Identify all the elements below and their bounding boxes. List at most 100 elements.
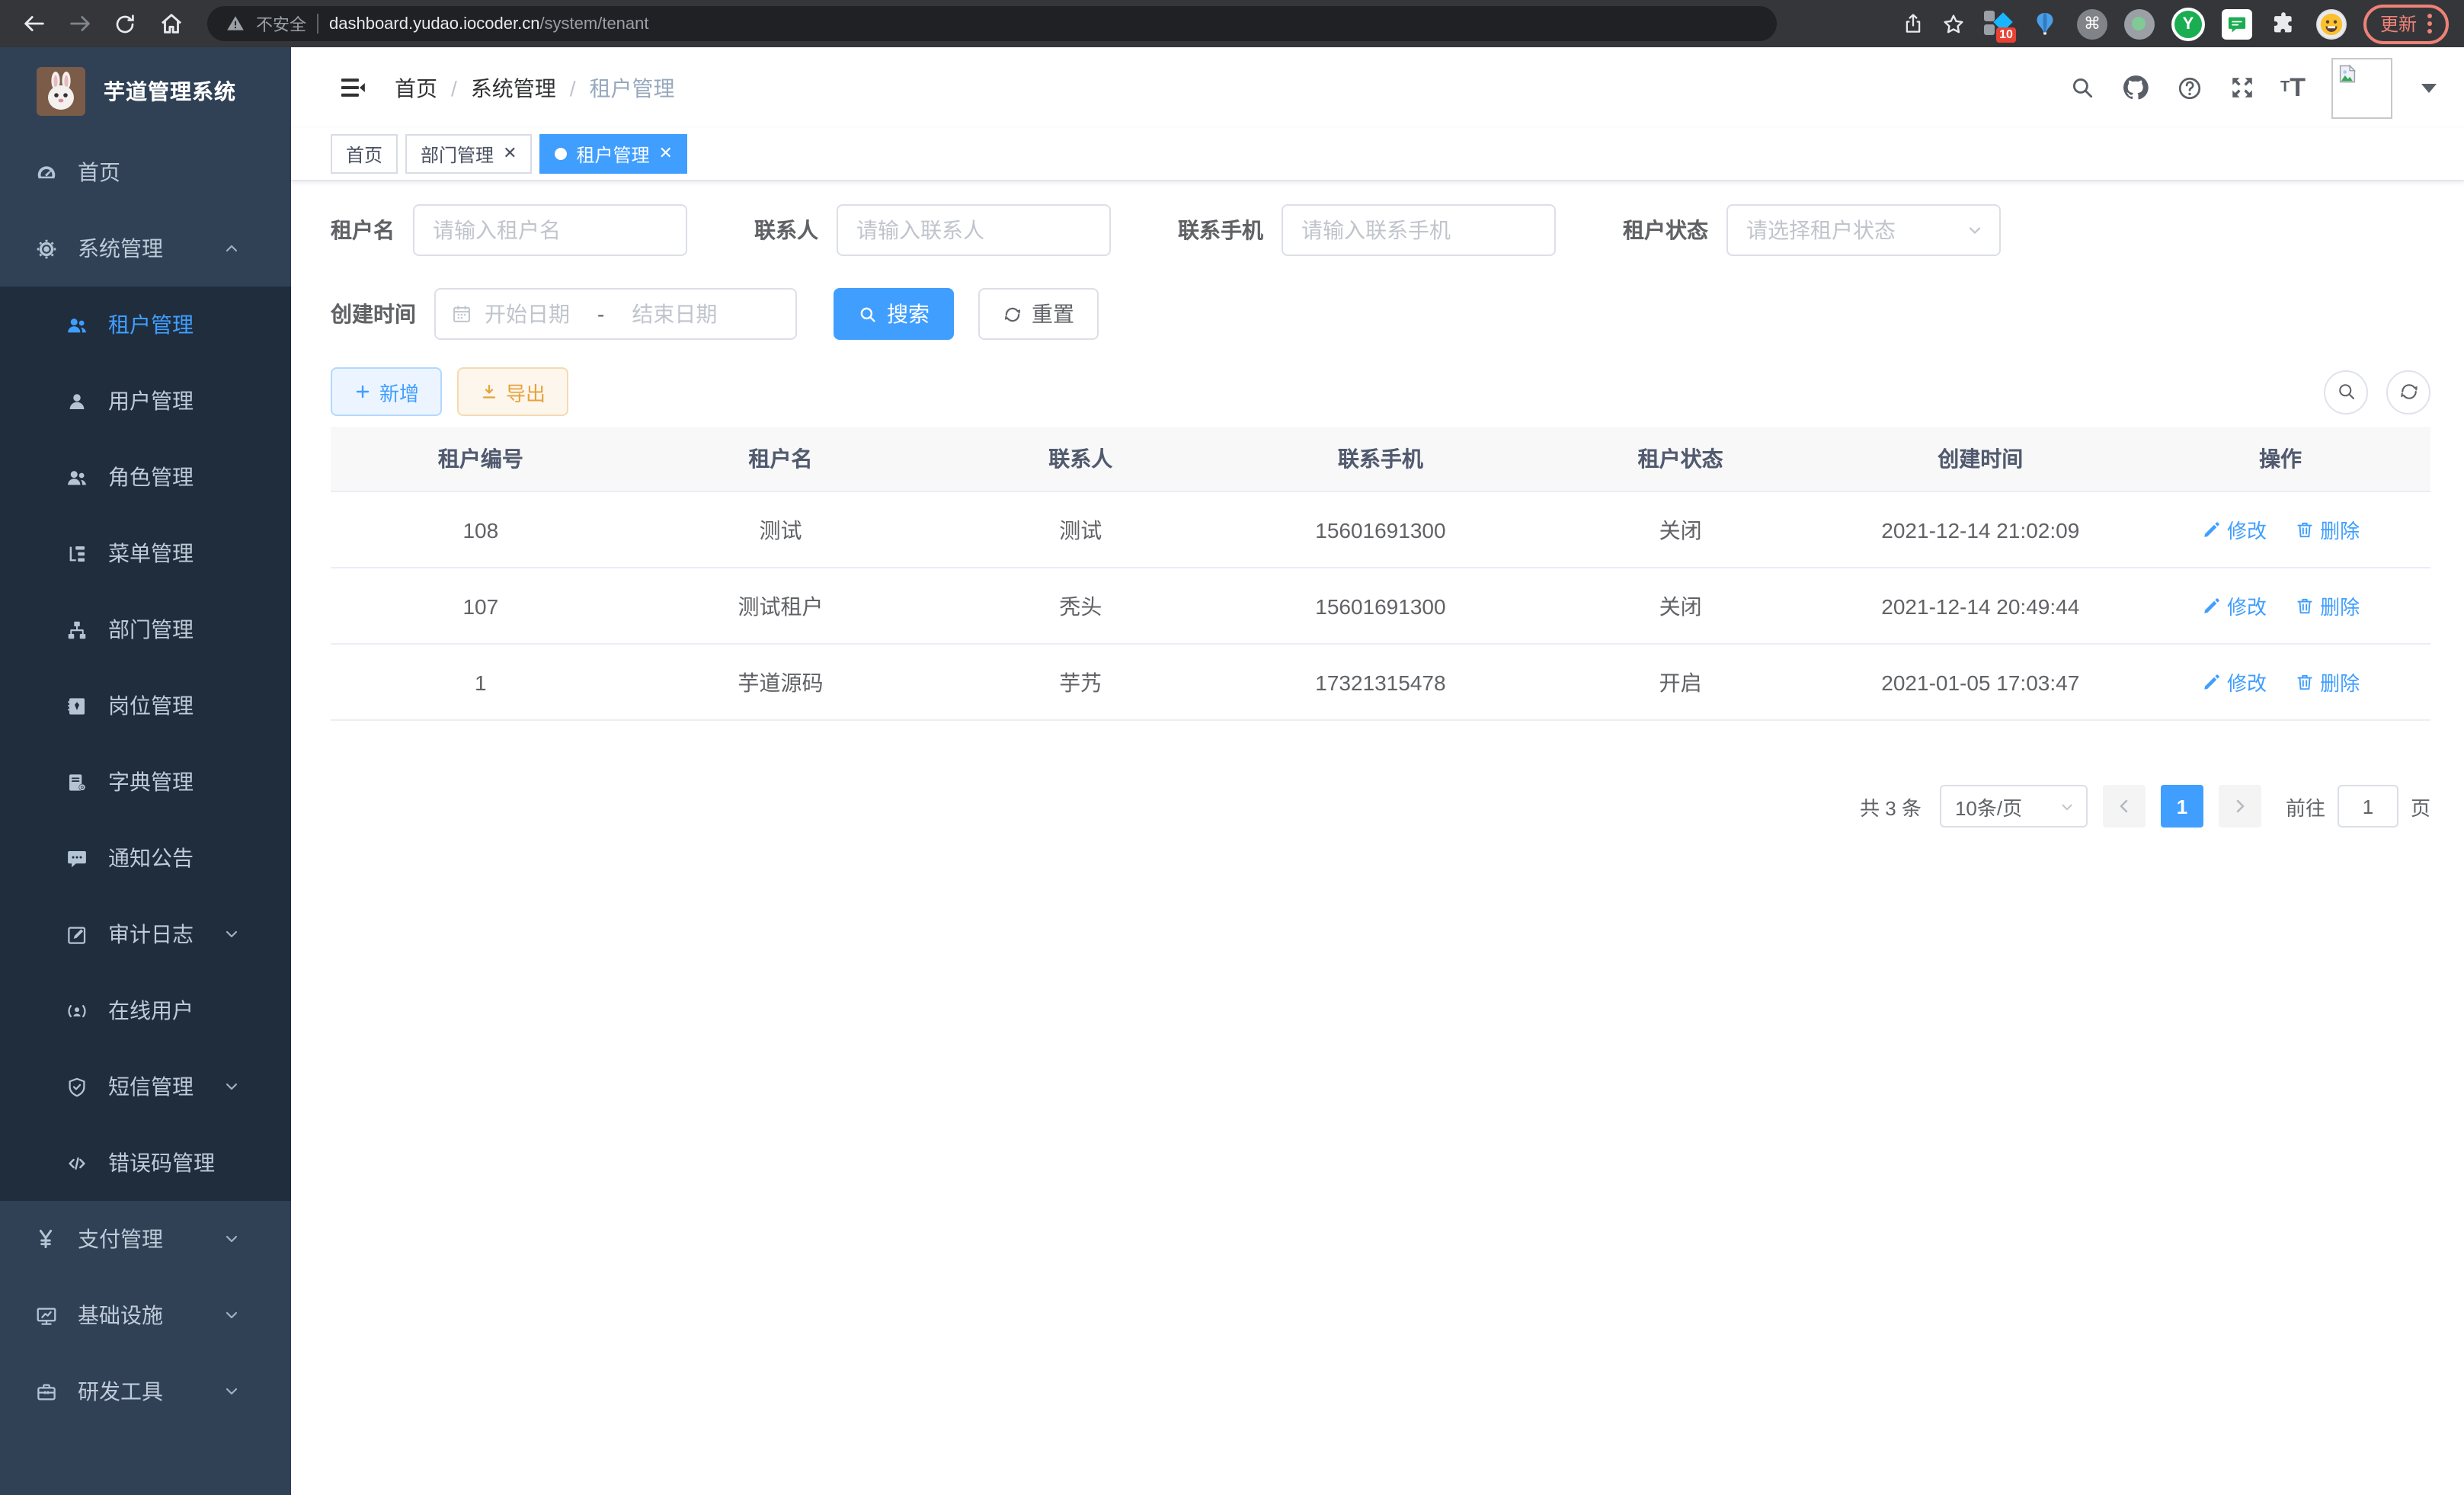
date-separator: - (597, 302, 604, 326)
close-icon[interactable]: ✕ (503, 146, 517, 162)
extension-chat-icon[interactable] (2222, 8, 2252, 39)
extension-command-icon[interactable]: ⌘ (2077, 8, 2107, 39)
cell-id: 107 (331, 568, 631, 644)
navbar: 首页 / 系统管理 / 租户管理 TT (291, 47, 2464, 128)
page-number-1[interactable]: 1 (2161, 785, 2203, 828)
sidebar-item-label: 首页 (78, 157, 120, 187)
sidebar-item-infrastructure[interactable]: 基础设施 (0, 1277, 291, 1353)
share-icon[interactable] (1902, 12, 1925, 35)
close-icon[interactable]: ✕ (659, 146, 673, 162)
search-button[interactable]: 搜索 (834, 288, 954, 340)
next-page-button[interactable] (2219, 785, 2261, 828)
status-select[interactable]: 请选择租户状态 (1726, 204, 2001, 256)
refresh-table-button[interactable] (2386, 370, 2430, 414)
main-area: 首页 / 系统管理 / 租户管理 TT (291, 47, 2464, 1495)
table-tools (2324, 370, 2430, 414)
edit-link[interactable]: 修改 (2201, 515, 2267, 544)
breadcrumb-system[interactable]: 系统管理 (471, 72, 556, 103)
breadcrumb-home[interactable]: 首页 (395, 72, 437, 103)
sidebar-item-post-management[interactable]: 岗位管理 (0, 667, 291, 744)
sidebar-collapse-button[interactable] (338, 73, 367, 102)
cell-actions: 修改删除 (2130, 491, 2430, 568)
delete-link[interactable]: 删除 (2294, 515, 2360, 544)
sidebar-item-error-code-management[interactable]: 错误码管理 (0, 1125, 291, 1201)
extension-recorder-icon[interactable] (2124, 8, 2155, 39)
contact-input[interactable] (837, 204, 1111, 256)
tab-dept[interactable]: 部门管理✕ (405, 134, 532, 174)
pagination: 共 3 条 10条/页 1 前往 页 (331, 785, 2430, 828)
avatar-dropdown-caret-icon[interactable] (2421, 83, 2437, 92)
logo-rabbit-image (37, 66, 85, 115)
sidebar-item-system-management[interactable]: 系统管理 (0, 210, 291, 287)
fullscreen-icon[interactable] (2229, 75, 2254, 101)
tab-tenant[interactable]: 租户管理 ✕ (540, 134, 688, 174)
shield-icon (64, 1075, 88, 1098)
extension-y-icon[interactable]: Y (2171, 7, 2205, 40)
sidebar-item-dict-management[interactable]: 字典管理 (0, 744, 291, 820)
app-logo[interactable]: 芋道管理系统 (0, 47, 291, 134)
edit-link[interactable]: 修改 (2201, 591, 2267, 620)
sidebar-item-label: 字典管理 (108, 767, 194, 797)
sidebar-item-menu-management[interactable]: 菜单管理 (0, 515, 291, 591)
cell-contact: 芋艿 (930, 644, 1230, 720)
browser-forward-button[interactable] (61, 5, 98, 42)
extensions-puzzle-icon[interactable] (2269, 8, 2299, 39)
address-bar[interactable]: 不安全 dashboard.yudao.iocoder.cn/system/te… (207, 6, 1777, 41)
edit-link[interactable]: 修改 (2201, 667, 2267, 696)
sidebar-item-role-management[interactable]: 角色管理 (0, 439, 291, 515)
start-date-placeholder: 开始日期 (485, 299, 570, 329)
sidebar-item-label: 通知公告 (108, 843, 194, 873)
goto-page-input[interactable] (2338, 785, 2398, 828)
help-icon[interactable] (2175, 74, 2203, 101)
reset-button[interactable]: 重置 (978, 288, 1099, 340)
browser-profile-avatar[interactable] (2316, 8, 2347, 39)
column-header: 租户名 (631, 427, 931, 491)
delete-link[interactable]: 删除 (2294, 667, 2360, 696)
sidebar-item-label: 研发工具 (78, 1376, 163, 1407)
update-button[interactable]: 更新 (2363, 4, 2449, 43)
sidebar-item-label: 支付管理 (78, 1224, 163, 1254)
extension-tag-assistant-icon[interactable]: 10 (1982, 8, 2013, 39)
add-button-label: 新增 (379, 377, 419, 406)
header-search-icon[interactable] (2069, 75, 2094, 101)
toolbox-icon (34, 1380, 58, 1403)
sidebar-item-dept-management[interactable]: 部门管理 (0, 591, 291, 667)
sidebar-item-online-users[interactable]: 在线用户 (0, 972, 291, 1048)
filter-status: 租户状态 请选择租户状态 (1623, 204, 2001, 256)
kebab-menu-icon[interactable] (2427, 14, 2432, 34)
refresh-icon (1003, 304, 1022, 324)
create-time-range-picker[interactable]: 开始日期 - 结束日期 (434, 288, 797, 340)
export-button-label: 导出 (506, 377, 546, 406)
tab-label: 租户管理 (577, 141, 650, 167)
breadcrumb-separator: / (451, 75, 457, 100)
mobile-input[interactable] (1282, 204, 1556, 256)
sidebar-item-notice[interactable]: 通知公告 (0, 820, 291, 896)
cell-contact: 测试 (930, 491, 1230, 568)
hamburger-icon (338, 73, 367, 102)
sidebar-item-audit-log[interactable]: 审计日志 (0, 896, 291, 972)
tenant-name-input[interactable] (413, 204, 687, 256)
prev-page-button[interactable] (2103, 785, 2146, 828)
browser-home-button[interactable] (152, 5, 189, 42)
user-avatar[interactable] (2331, 57, 2392, 118)
page-size-select[interactable]: 10条/页 (1940, 785, 2088, 828)
github-icon[interactable] (2120, 73, 2149, 102)
bookmark-star-icon[interactable] (1941, 11, 1966, 36)
add-button[interactable]: 新增 (331, 367, 442, 416)
extension-balloon-icon[interactable] (2030, 8, 2060, 39)
sidebar-item-user-management[interactable]: 用户管理 (0, 363, 291, 439)
sidebar-item-home[interactable]: 首页 (0, 134, 291, 210)
toggle-search-button[interactable] (2324, 370, 2368, 414)
delete-link[interactable]: 删除 (2294, 591, 2360, 620)
browser-back-button[interactable] (15, 5, 52, 42)
sidebar-item-tenant-management[interactable]: 租户管理 (0, 287, 291, 363)
font-size-icon[interactable]: TT (2280, 75, 2306, 101)
sidebar-item-sms-management[interactable]: 短信管理 (0, 1048, 291, 1125)
browser-reload-button[interactable] (107, 5, 143, 42)
sidebar-item-payment-management[interactable]: 支付管理 (0, 1201, 291, 1277)
cell-created: 2021-12-14 20:49:44 (1830, 568, 2130, 644)
tab-home[interactable]: 首页 (331, 134, 398, 174)
sidebar-item-dev-tools[interactable]: 研发工具 (0, 1353, 291, 1429)
url-text: dashboard.yudao.iocoder.cn/system/tenant (329, 14, 649, 33)
export-button[interactable]: 导出 (457, 367, 568, 416)
